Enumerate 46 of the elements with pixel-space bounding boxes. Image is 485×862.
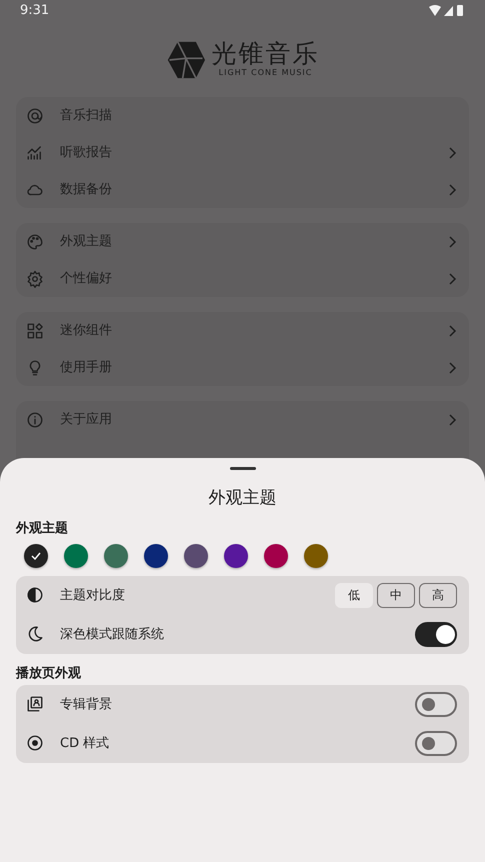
color-swatch[interactable] [304,544,328,568]
color-swatch[interactable] [104,544,128,568]
palette-icon [26,232,44,250]
app-name: 光锥音乐 [212,40,320,68]
drag-handle[interactable] [230,467,256,470]
menu-item[interactable]: 关于应用 [16,401,469,438]
scan-icon [26,106,44,124]
menu-item[interactable]: 外观主题 [16,223,469,260]
section-title: 播放页外观 [16,666,82,683]
color-swatch[interactable] [264,544,288,568]
status-icons-drawing [429,4,465,17]
check-icon [31,552,41,560]
widgets-icon [26,322,44,340]
color-swatch[interactable] [64,544,88,568]
moon-icon [26,625,44,644]
contrast-icon [26,586,44,604]
menu-item[interactable]: 个性偏好 [16,260,469,297]
app-subtitle: LIGHT CONE MUSIC [218,67,314,80]
contrast-option[interactable]: 中 [377,582,415,608]
contrast-option[interactable]: 高 [419,582,457,608]
status-time: 9:31 [20,2,50,20]
setting-label: 深色模式跟随系统 [60,626,165,644]
menu-item[interactable]: 使用手册 [16,349,469,386]
contrast-option[interactable]: 低 [335,582,373,608]
logo-icon [166,40,206,78]
menu-item[interactable]: 听歌报告 [16,134,469,171]
color-swatch[interactable] [184,544,208,568]
menu-item[interactable]: 数据备份 [16,171,469,208]
info-icon [26,410,44,428]
album-icon [26,695,44,714]
section-title: 外观主题 [16,521,69,538]
toggle-switch[interactable] [415,692,457,717]
settings-icon [26,270,44,288]
toggle-switch[interactable] [415,730,457,756]
menu-item[interactable]: 音乐扫描 [16,97,469,134]
toggle-switch[interactable] [415,622,457,647]
color-swatch[interactable] [144,544,168,568]
setting-label: 专辑背景 [60,696,113,714]
setting-label: 主题对比度 [60,586,126,605]
menu-item[interactable]: 迷你组件 [16,312,469,349]
setting-label: CD 样式 [60,734,110,753]
color-swatch[interactable] [224,544,248,568]
sheet-title: 外观主题 [208,487,278,510]
chart-icon [26,144,44,162]
color-swatch[interactable] [24,544,48,568]
disc-icon [26,734,44,752]
